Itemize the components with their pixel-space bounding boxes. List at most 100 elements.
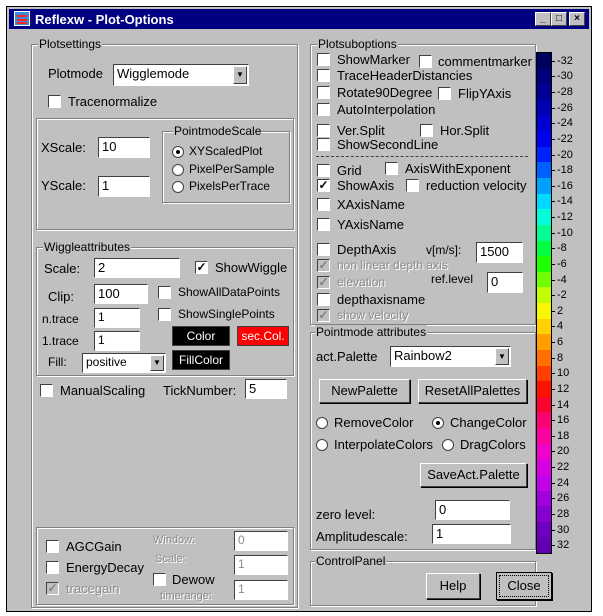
zerolevel-input[interactable]: 0	[435, 500, 510, 520]
palette-swatch[interactable]	[537, 521, 551, 538]
fillcolor-button[interactable]: FillColor	[172, 350, 230, 370]
reflevel-input[interactable]: 0	[487, 272, 523, 293]
palette-swatch[interactable]	[537, 209, 551, 225]
help-button[interactable]: Help	[426, 573, 480, 599]
resetallpalettes-button[interactable]: ResetAllPalettes	[418, 379, 527, 403]
palette-swatch[interactable]	[537, 178, 551, 194]
autointerpolation-checkbox[interactable]	[317, 103, 330, 116]
clip-input[interactable]: 100	[94, 284, 148, 304]
palette-swatch[interactable]	[537, 131, 551, 147]
color-palette-bar[interactable]	[536, 52, 552, 554]
grid-checkbox[interactable]	[317, 164, 330, 177]
palette-swatch[interactable]	[537, 256, 551, 272]
rotate90degree-checkbox[interactable]	[317, 86, 330, 99]
palette-swatch[interactable]	[537, 428, 551, 444]
palette-swatch[interactable]	[537, 303, 551, 319]
palette-swatch[interactable]	[537, 443, 551, 460]
palette-swatch[interactable]	[537, 381, 551, 397]
palette-swatch[interactable]	[537, 412, 551, 428]
palette-swatch[interactable]	[537, 349, 551, 366]
palette-swatch[interactable]	[537, 287, 551, 303]
palette-swatch[interactable]	[537, 53, 551, 69]
axiswithexponent-checkbox[interactable]	[385, 162, 398, 175]
energydecay-checkbox[interactable]	[46, 561, 59, 574]
timerange-input[interactable]: 1	[234, 580, 288, 600]
versplit-checkbox[interactable]	[317, 124, 330, 137]
tracegain-checkbox[interactable]	[46, 582, 59, 595]
horsplit-checkbox[interactable]	[420, 124, 433, 137]
radio-pixelspertrace[interactable]	[172, 181, 184, 193]
palette-swatch[interactable]	[537, 146, 551, 163]
palette-swatch[interactable]	[537, 318, 551, 335]
actpalette-select[interactable]: Rainbow2 ▼	[390, 346, 511, 367]
palette-swatch[interactable]	[537, 84, 551, 100]
chevron-down-icon[interactable]: ▼	[495, 348, 509, 365]
wiggle-scale-input[interactable]: 2	[94, 258, 180, 278]
title-bar[interactable]: Reflexw - Plot-Options _ □ ×	[9, 9, 589, 29]
chevron-down-icon[interactable]: ▼	[233, 66, 247, 84]
ntrace-input[interactable]: 1	[94, 308, 140, 328]
window-input[interactable]: 0	[234, 531, 288, 551]
nonlineardepthaxis-checkbox[interactable]	[317, 259, 330, 272]
palette-swatch[interactable]	[537, 68, 551, 85]
first-trace-input[interactable]: 1	[94, 331, 140, 351]
palette-swatch[interactable]	[537, 474, 551, 491]
saveactpalette-button[interactable]: SaveAct.Palette	[420, 463, 527, 487]
palette-swatch[interactable]	[537, 224, 551, 241]
maximize-button[interactable]: □	[551, 12, 567, 26]
radio-pixelpersample[interactable]	[172, 164, 184, 176]
amplitudescale-input[interactable]: 1	[432, 524, 511, 544]
close-window-button[interactable]: ×	[569, 12, 585, 26]
radio-interpolatecolors[interactable]	[316, 439, 328, 451]
palette-swatch[interactable]	[537, 537, 551, 553]
minimize-button[interactable]: _	[535, 12, 551, 26]
palette-swatch[interactable]	[537, 271, 551, 288]
palette-swatch[interactable]	[537, 396, 551, 413]
chevron-down-icon[interactable]: ▼	[150, 355, 164, 371]
showvelocity-checkbox[interactable]	[317, 309, 330, 322]
agcgain-checkbox[interactable]	[46, 540, 59, 553]
traceheaderdistancies-checkbox[interactable]	[317, 69, 330, 82]
showwiggle-checkbox[interactable]: ✓	[195, 261, 208, 274]
palette-swatch[interactable]	[537, 115, 551, 132]
sec-col-button[interactable]: sec.Col.	[237, 326, 289, 346]
xaxisname-checkbox[interactable]	[317, 198, 330, 211]
newpalette-button[interactable]: NewPalette	[319, 379, 410, 403]
tracenormalize-checkbox[interactable]	[48, 95, 61, 108]
showalldatapoints-checkbox[interactable]	[158, 286, 171, 299]
depthaxisname-checkbox[interactable]	[317, 293, 330, 306]
palette-swatch[interactable]	[537, 99, 551, 116]
gain-scale-input[interactable]: 1	[234, 555, 288, 575]
commentmarker-checkbox[interactable]	[419, 55, 432, 68]
palette-swatch[interactable]	[537, 240, 551, 257]
palette-swatch[interactable]	[537, 459, 551, 475]
yscale-input[interactable]: 1	[98, 176, 150, 197]
yaxisname-checkbox[interactable]	[317, 218, 330, 231]
fill-select[interactable]: positive ▼	[82, 353, 166, 373]
elevation-checkbox[interactable]	[317, 276, 330, 289]
flipyaxis-checkbox[interactable]	[438, 87, 451, 100]
palette-swatch[interactable]	[537, 506, 551, 522]
palette-swatch[interactable]	[537, 193, 551, 210]
radio-xyscaledplot[interactable]	[172, 146, 184, 158]
close-button[interactable]: Close	[496, 572, 552, 600]
radio-dragcolors[interactable]	[442, 439, 454, 451]
showsecondline-checkbox[interactable]	[317, 138, 330, 151]
palette-swatch[interactable]	[537, 334, 551, 350]
plotmode-select[interactable]: Wigglemode ▼	[113, 64, 249, 86]
manualscaling-checkbox[interactable]	[40, 384, 53, 397]
velocity-input[interactable]: 1500	[476, 242, 523, 263]
showsinglepoints-checkbox[interactable]	[158, 308, 171, 321]
dewow-checkbox[interactable]	[153, 573, 166, 586]
color-button[interactable]: Color	[172, 326, 230, 346]
showaxis-checkbox[interactable]: ✓	[317, 179, 330, 192]
reductionvelocity-checkbox[interactable]	[406, 179, 419, 192]
palette-swatch[interactable]	[537, 162, 551, 178]
showmarker-checkbox[interactable]	[317, 53, 330, 66]
depthaxis-checkbox[interactable]	[317, 243, 330, 256]
ticknumber-input[interactable]: 5	[245, 379, 287, 399]
palette-swatch[interactable]	[537, 490, 551, 507]
radio-changecolor[interactable]	[432, 417, 444, 429]
xscale-input[interactable]: 10	[98, 137, 150, 158]
radio-removecolor[interactable]	[316, 417, 328, 429]
